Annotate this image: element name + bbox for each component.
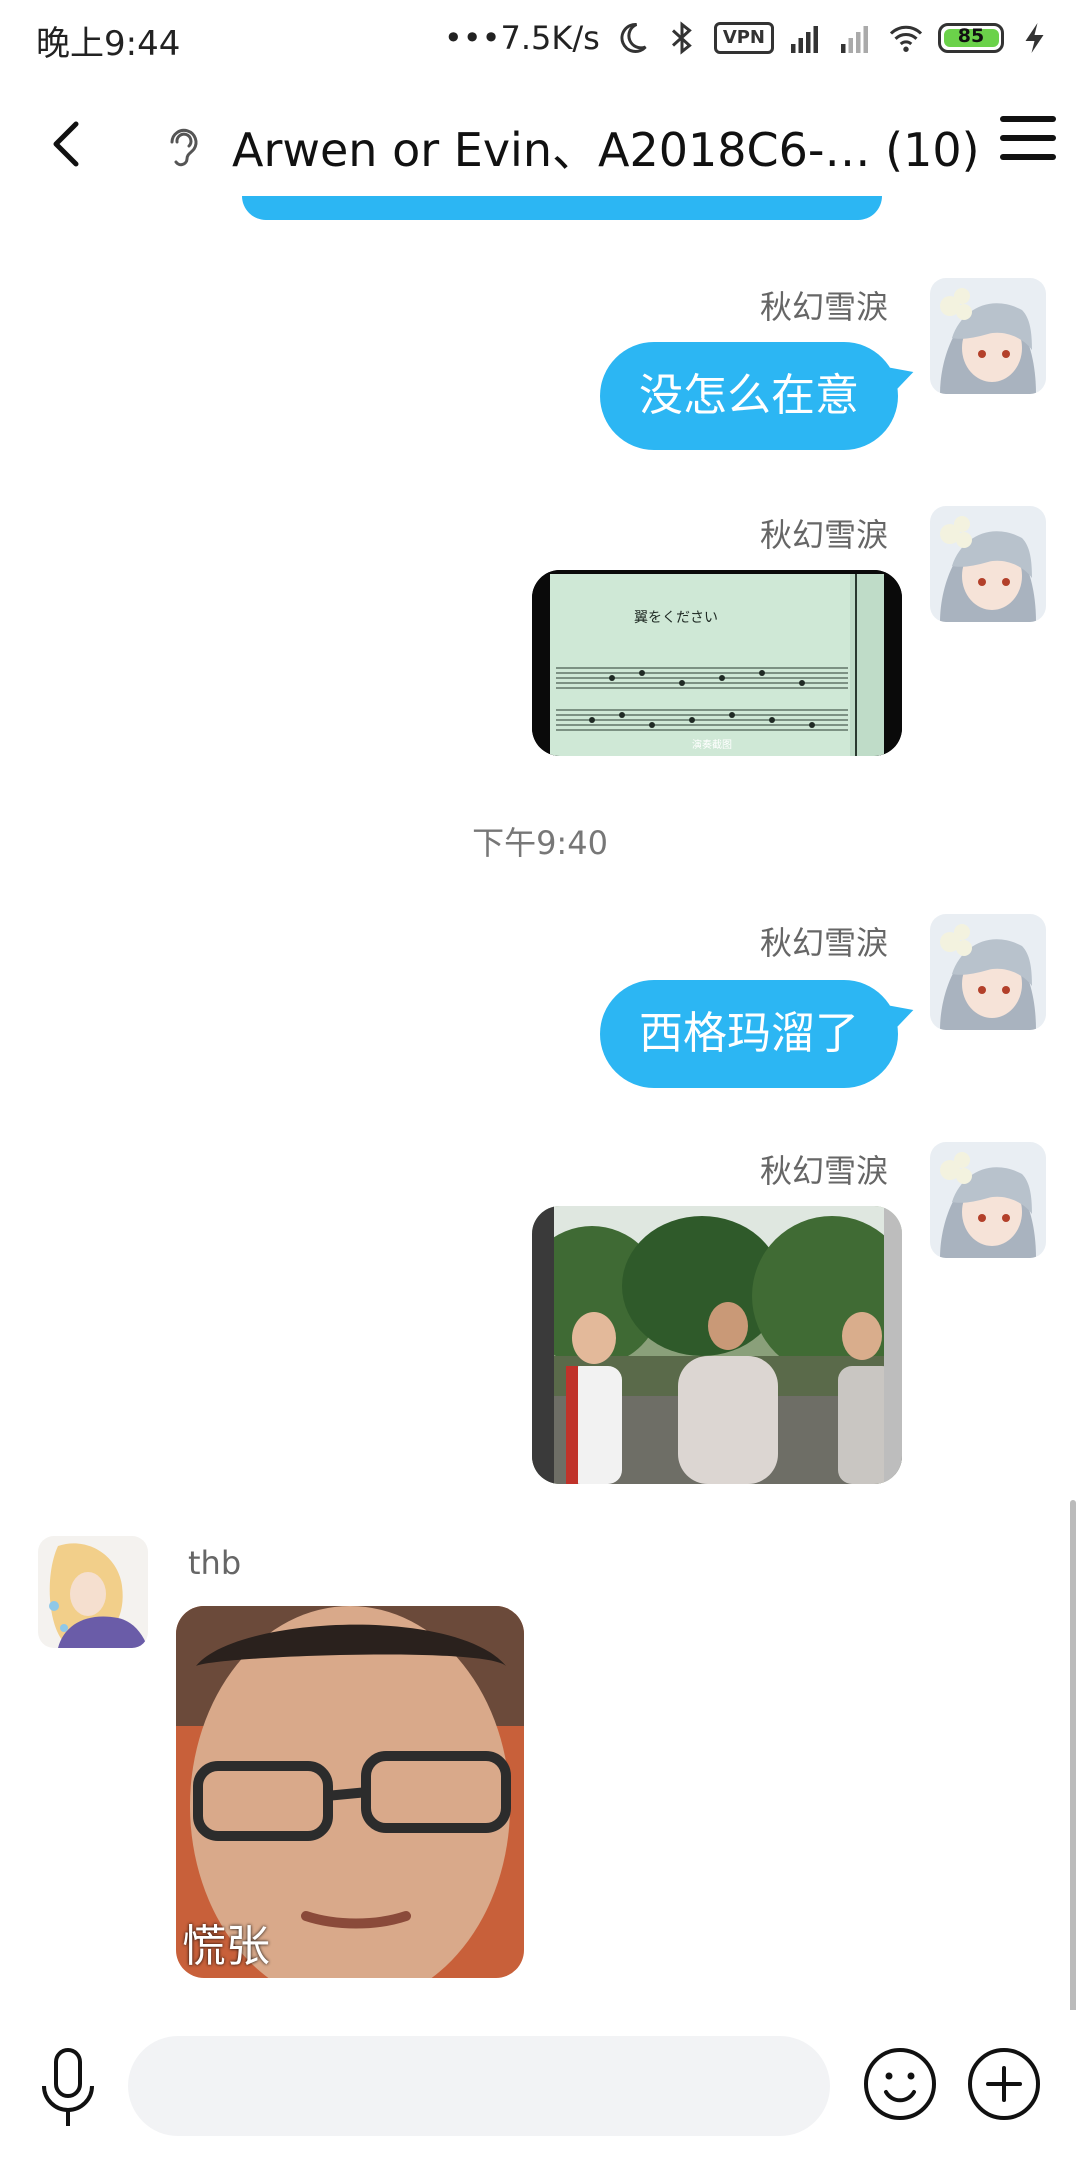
chat-header: Arwen or Evin、A2018C6-… (10)	[0, 80, 1080, 210]
sender-name: 秋幻雪淚	[760, 1152, 889, 1190]
moon-icon	[620, 22, 647, 53]
status-bar: 晚上9:44 •••7.5K/s VPN 85	[0, 0, 1080, 78]
sticker-message[interactable]: 慌张	[176, 1606, 524, 1978]
sender-name: 秋幻雪淚	[760, 288, 889, 326]
chat-title[interactable]: Arwen or Evin、A2018C6-… (10)	[232, 114, 980, 180]
sender-name: thb	[188, 1544, 242, 1582]
avatar[interactable]	[38, 1536, 148, 1648]
mic-icon[interactable]	[36, 2046, 100, 2130]
sheet-title: 翼をください	[634, 610, 718, 626]
sender-name: 秋幻雪淚	[760, 924, 889, 962]
status-time: 晚上9:44	[36, 24, 181, 64]
previous-message-bubble[interactable]	[242, 196, 882, 220]
charging-icon	[1025, 23, 1044, 53]
signal-icon-2	[841, 26, 868, 53]
image-message-sheet-music[interactable]: 翼をください 演奏截图	[532, 570, 902, 756]
input-bar	[0, 2010, 1080, 2160]
ear-icon[interactable]	[158, 120, 206, 172]
image-message-photo[interactable]	[532, 1206, 902, 1484]
status-icons: •••7.5K/s VPN 85	[444, 14, 1054, 62]
message-input[interactable]	[128, 2036, 830, 2136]
plus-icon[interactable]	[966, 2046, 1042, 2122]
battery-indicator: 85	[938, 23, 1004, 53]
bluetooth-icon	[671, 21, 692, 55]
avatar[interactable]	[930, 914, 1046, 1030]
timestamp: 下午9:40	[472, 824, 608, 862]
avatar[interactable]	[930, 278, 1046, 394]
sticker-caption: 慌张	[182, 1921, 270, 1972]
net-speed: •••7.5K/s	[443, 19, 600, 57]
message-bubble[interactable]: 西格玛溜了	[600, 980, 918, 1088]
vpn-badge: VPN	[713, 22, 774, 54]
avatar[interactable]	[930, 1142, 1046, 1258]
scrollbar[interactable]	[1070, 1500, 1076, 2020]
image-subtitle: 演奏截图	[692, 738, 732, 751]
avatar[interactable]	[930, 506, 1046, 622]
back-icon[interactable]	[38, 114, 98, 174]
menu-icon[interactable]	[1000, 116, 1056, 172]
emoji-icon[interactable]	[862, 2046, 938, 2122]
message-bubble[interactable]: 没怎么在意	[600, 342, 918, 450]
wifi-icon	[889, 25, 923, 52]
signal-icon	[791, 26, 818, 53]
sender-name: 秋幻雪淚	[760, 516, 889, 554]
